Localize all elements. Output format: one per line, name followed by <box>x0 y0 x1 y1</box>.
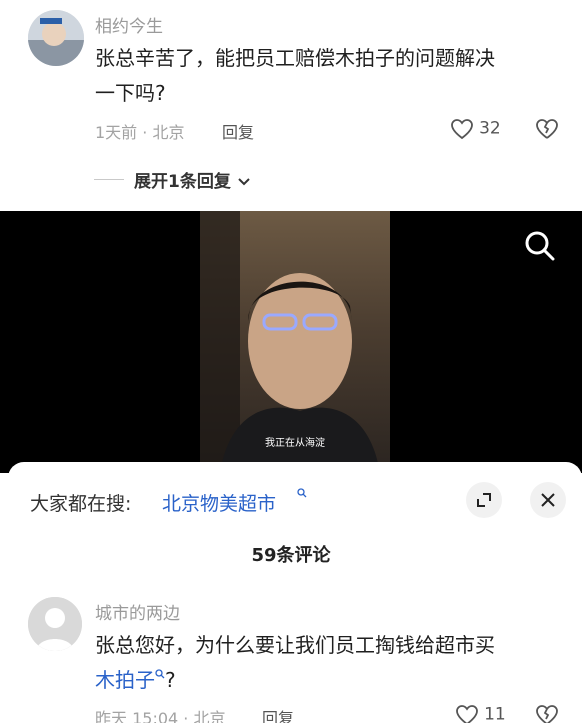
like-count: 32 <box>479 118 501 139</box>
search-icon <box>525 231 555 261</box>
expand-sheet-button[interactable] <box>466 482 502 518</box>
comment-keyword-link[interactable]: 木拍子 <box>95 668 155 692</box>
like-button[interactable]: 11 <box>455 704 506 723</box>
comment-text-end: ? <box>165 668 176 692</box>
chevron-down-icon <box>238 178 250 186</box>
avatar[interactable] <box>28 10 84 66</box>
comment-meta: 昨天 15:04 · 北京 <box>95 709 226 723</box>
search-small-icon <box>297 488 307 501</box>
comment-meta: 1天前 · 北京 <box>95 123 185 142</box>
dislike-button[interactable] <box>535 703 559 723</box>
avatar[interactable] <box>28 597 82 651</box>
heart-icon <box>456 705 478 723</box>
video-player[interactable]: 我正在从海淀 <box>0 211 582 473</box>
reply-button[interactable]: 回复 <box>262 705 294 723</box>
dislike-button[interactable] <box>535 117 559 145</box>
expand-replies-label: 展开1条回复 <box>134 172 231 192</box>
close-icon <box>541 493 555 507</box>
close-button[interactable] <box>530 482 566 518</box>
expand-icon <box>477 493 491 507</box>
comment-username[interactable]: 相约今生 <box>95 12 163 37</box>
hot-search-label: 大家都在搜: <box>30 493 132 515</box>
like-count: 11 <box>484 704 506 723</box>
default-avatar-icon <box>28 597 82 651</box>
comment-text-line-2: 木拍子? <box>95 663 176 697</box>
expand-replies-button[interactable]: 展开1条回复 <box>134 167 251 192</box>
like-button[interactable]: 32 <box>450 118 501 140</box>
search-button[interactable] <box>522 228 562 264</box>
comment-username[interactable]: 城市的两边 <box>95 599 180 624</box>
reply-button[interactable]: 回复 <box>222 119 254 143</box>
comment-count-title: 59条评论 <box>251 545 331 566</box>
comment-text-line: 张总您好，为什么要让我们员工掏钱给超市买 <box>95 633 495 657</box>
heart-icon <box>451 119 473 140</box>
video-subtitle: 我正在从海淀 <box>265 438 325 449</box>
comment-text-line: 一下吗? <box>95 81 166 105</box>
comment-text-line: 张总辛苦了，能把员工赔偿木拍子的问题解决 <box>95 46 495 70</box>
search-small-icon <box>155 669 165 679</box>
hot-search-link[interactable]: 北京物美超市 <box>162 489 276 516</box>
broken-heart-icon <box>536 705 558 723</box>
divider <box>94 179 124 180</box>
broken-heart-icon <box>536 119 558 139</box>
